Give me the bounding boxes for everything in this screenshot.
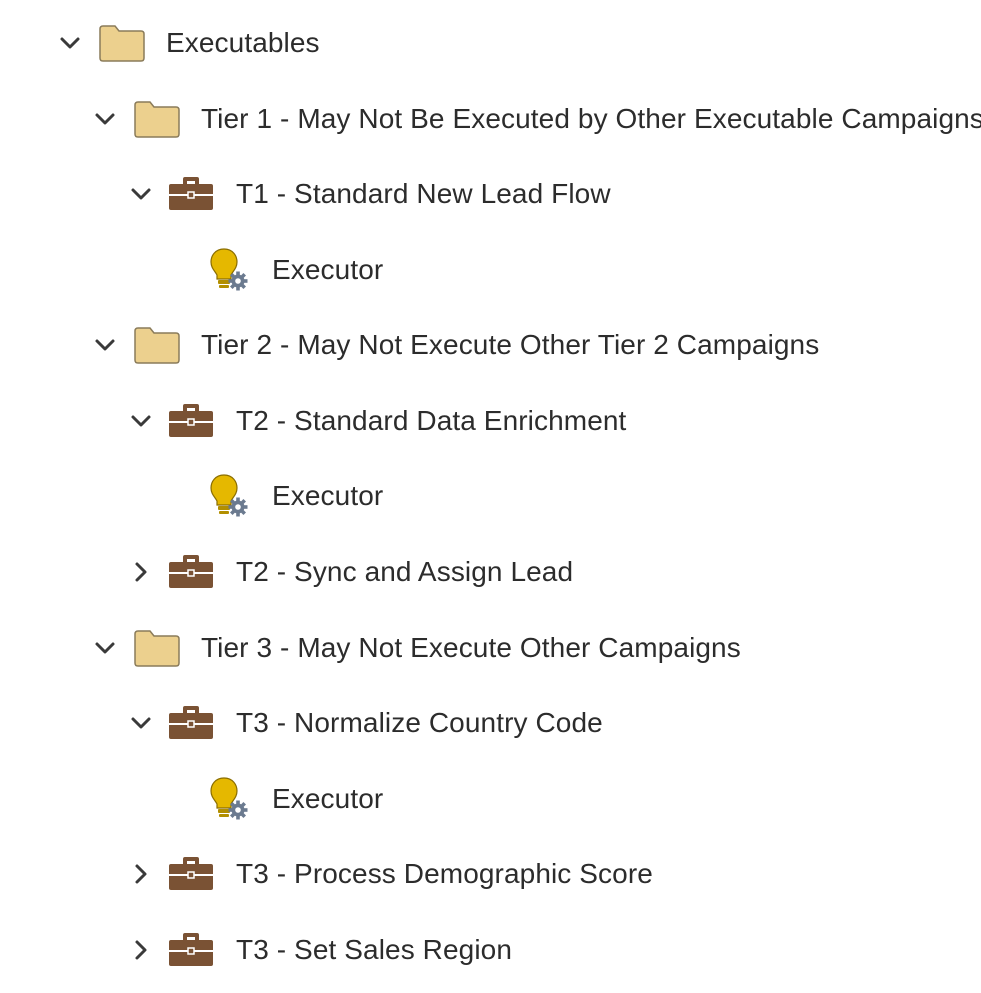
tree-node-t1-standard-new-lead-flow[interactable]: T1 - Standard New Lead Flow — [127, 169, 611, 219]
tree-node-executor[interactable]: Executor — [208, 245, 383, 295]
briefcase-icon — [168, 403, 214, 439]
tree-node-label: T2 - Standard Data Enrichment — [236, 405, 627, 436]
tree-node-t3-normalize-country-code[interactable]: T3 - Normalize Country Code — [127, 698, 603, 748]
folder-icon — [98, 23, 146, 63]
tree-node-t3-process-demographic-score[interactable]: T3 - Process Demographic Score — [127, 849, 653, 899]
tree-node-label: T3 - Set Sales Region — [236, 934, 513, 965]
tree-node-label: T1 - Standard New Lead Flow — [236, 178, 611, 209]
chevron-down-icon[interactable] — [127, 709, 155, 737]
tree-node-label: Executor — [272, 480, 384, 511]
tree-node-executables[interactable]: Executables — [56, 18, 320, 68]
tree-node-label: T2 - Sync and Assign Lead — [236, 556, 574, 587]
briefcase-icon — [168, 176, 214, 212]
chevron-down-icon[interactable] — [56, 29, 84, 57]
tree-node-label: T3 - Process Demographic Score — [236, 858, 653, 889]
lightbulb-gear-icon — [208, 246, 248, 294]
folder-icon — [133, 325, 181, 365]
chevron-right-icon[interactable] — [127, 860, 155, 888]
tree-node-label: Tier 1 - May Not Be Executed by Other Ex… — [201, 103, 981, 134]
briefcase-icon — [168, 856, 214, 892]
campaign-tree: Executables Tier 1 - May Not Be Executed… — [0, 0, 981, 993]
tree-node-executor[interactable]: Executor — [208, 471, 383, 521]
chevron-down-icon[interactable] — [127, 407, 155, 435]
tree-node-tier-1[interactable]: Tier 1 - May Not Be Executed by Other Ex… — [91, 94, 981, 144]
lightbulb-gear-icon — [208, 775, 248, 823]
tree-node-label: Tier 2 - May Not Execute Other Tier 2 Ca… — [201, 329, 820, 360]
tree-node-label: Tier 3 - May Not Execute Other Campaigns — [201, 632, 741, 663]
chevron-right-icon[interactable] — [127, 558, 155, 586]
folder-icon — [133, 628, 181, 668]
tree-node-label: Executables — [166, 27, 320, 58]
tree-node-label: Executor — [272, 783, 384, 814]
briefcase-icon — [168, 554, 214, 590]
briefcase-icon — [168, 705, 214, 741]
folder-icon — [133, 99, 181, 139]
tree-node-tier-2[interactable]: Tier 2 - May Not Execute Other Tier 2 Ca… — [91, 320, 819, 370]
chevron-down-icon[interactable] — [91, 634, 119, 662]
briefcase-icon — [168, 932, 214, 968]
tree-node-t2-sync-and-assign-lead[interactable]: T2 - Sync and Assign Lead — [127, 547, 573, 597]
lightbulb-gear-icon — [208, 472, 248, 520]
tree-node-label: Executor — [272, 254, 384, 285]
tree-node-t2-standard-data-enrichment[interactable]: T2 - Standard Data Enrichment — [127, 396, 626, 446]
tree-node-t3-set-sales-region[interactable]: T3 - Set Sales Region — [127, 925, 512, 975]
tree-node-tier-3[interactable]: Tier 3 - May Not Execute Other Campaigns — [91, 623, 741, 673]
tree-node-executor[interactable]: Executor — [208, 774, 383, 824]
chevron-right-icon[interactable] — [127, 936, 155, 964]
chevron-down-icon[interactable] — [91, 331, 119, 359]
tree-node-label: T3 - Normalize Country Code — [236, 707, 603, 738]
chevron-down-icon[interactable] — [127, 180, 155, 208]
chevron-down-icon[interactable] — [91, 105, 119, 133]
